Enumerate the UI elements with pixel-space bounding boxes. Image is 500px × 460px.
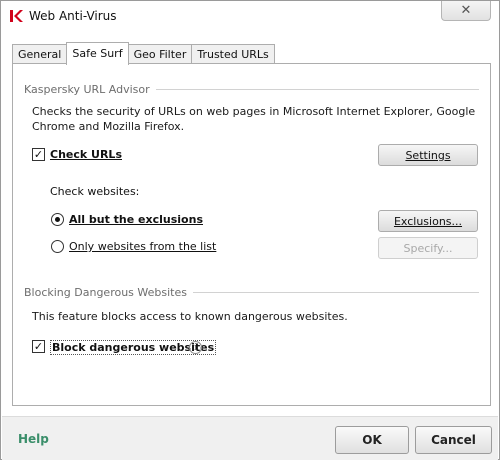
check-urls-label[interactable]: Check URLs (50, 148, 122, 161)
web-anti-virus-dialog: Web Anti-Virus ✕ General Safe Surf Geo F… (0, 0, 500, 460)
url-advisor-group-header: Kaspersky URL Advisor (24, 83, 479, 96)
all-but-exclusions-label-text: All but the exclusions (69, 213, 203, 226)
info-glyph: i (194, 342, 197, 353)
specify-button-label: Specify... (403, 241, 453, 255)
blocking-group-header: Blocking Dangerous Websites (24, 286, 479, 299)
all-but-exclusions-label[interactable]: All but the exclusions (69, 213, 203, 226)
specify-button[interactable]: Specify... (378, 237, 478, 259)
tab-trusted-urls[interactable]: Trusted URLs (191, 44, 275, 64)
block-dangerous-websites-checkbox[interactable]: ✓ (32, 340, 45, 353)
url-advisor-description-line1: Checks the security of URLs on web pages… (32, 105, 476, 118)
only-websites-from-list-radio[interactable] (51, 240, 64, 253)
tab-geo-filter[interactable]: Geo Filter (127, 44, 193, 64)
blocking-header-label: Blocking Dangerous Websites (24, 286, 187, 299)
ok-button[interactable]: OK (335, 426, 409, 454)
help-link[interactable]: Help (18, 432, 49, 446)
settings-button-label: Settings (405, 148, 451, 162)
dialog-footer: Help OK Cancel (2, 416, 498, 460)
check-urls-checkbox[interactable]: ✓ (32, 148, 45, 161)
tab-general[interactable]: General (12, 44, 68, 64)
group-divider (155, 89, 479, 90)
url-advisor-description: Checks the security of URLs on web pages… (32, 104, 482, 134)
kaspersky-k-icon (10, 10, 23, 22)
tab-strip: General Safe Surf Geo Filter Trusted URL… (12, 42, 275, 65)
tab-safe-surf[interactable]: Safe Surf (66, 42, 129, 65)
safe-surf-panel: Kaspersky URL Advisor Checks the securit… (12, 63, 491, 406)
window-title: Web Anti-Virus (29, 9, 117, 23)
close-button[interactable]: ✕ (441, 1, 491, 21)
only-websites-from-list-label[interactable]: Only websites from the list (69, 240, 216, 253)
url-advisor-description-line2: Chrome and Mozilla Firefox. (32, 120, 185, 133)
cancel-button[interactable]: Cancel (415, 426, 492, 454)
exclusions-button-label: Exclusions... (393, 214, 463, 228)
exclusions-button[interactable]: Exclusions... (378, 210, 478, 232)
only-websites-from-list-label-text: Only websites from the list (69, 240, 217, 253)
title-bar: Web Anti-Virus ✕ (1, 1, 499, 31)
settings-button[interactable]: Settings (378, 144, 478, 166)
check-urls-label-text: Check URLs (50, 148, 122, 161)
all-but-exclusions-radio[interactable] (51, 213, 64, 226)
info-icon[interactable]: i (189, 341, 202, 354)
check-websites-label: Check websites: (50, 185, 140, 198)
blocking-description: This feature blocks access to known dang… (32, 310, 348, 323)
url-advisor-header-label: Kaspersky URL Advisor (24, 83, 150, 96)
close-icon: ✕ (460, 3, 472, 18)
group-divider (192, 292, 479, 293)
